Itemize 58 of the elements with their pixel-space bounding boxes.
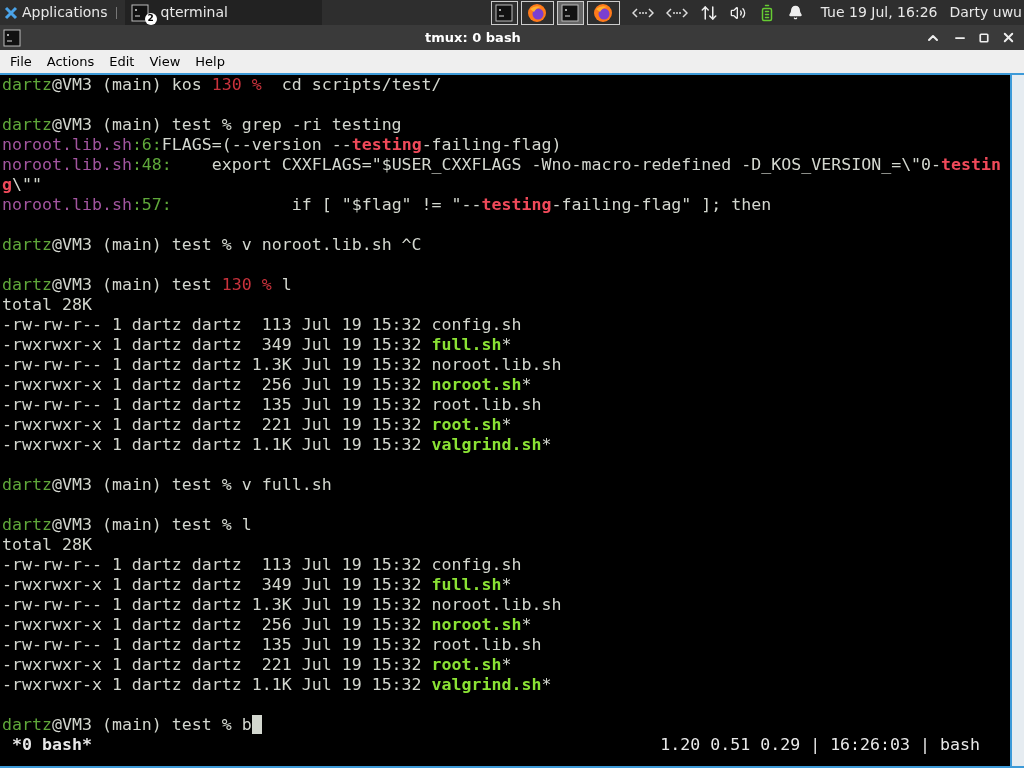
terminal-line: -rwxrwxr-x 1 dartz dartz 349 Jul 19 15:32 full.sh*: [2, 335, 512, 355]
terminal-line: noroot.lib.sh:57: if [ "$flag" != "--testing-failing-flag" ]; then: [2, 195, 772, 215]
terminal-line: -rwxrwxr-x 1 dartz dartz 349 Jul 19 15:32 full.sh*: [2, 575, 512, 595]
terminal-line: -rw-rw-r-- 1 dartz dartz 113 Jul 19 15:32 config.sh: [2, 555, 522, 575]
user-name[interactable]: Darty uwu: [949, 2, 1022, 23]
terminal-icon: [561, 3, 580, 22]
terminal-line: -rw-rw-r-- 1 dartz dartz 135 Jul 19 15:32 root.lib.sh: [2, 635, 542, 655]
transfer-icon[interactable]: [699, 3, 718, 22]
volume-icon[interactable]: [729, 4, 746, 21]
terminal-line: -rwxrwxr-x 1 dartz dartz 256 Jul 19 15:32 noroot.sh*: [2, 615, 532, 635]
terminal-line: noroot.lib.sh:48: export CXXFLAGS="$USER_CXXFLAGS -Wno-macro-redefined -D_KOS_VERSION_=\"0-testin: [2, 155, 1002, 175]
terminal-line: -rw-rw-r-- 1 dartz dartz 1.3K Jul 19 15:32 noroot.lib.sh: [2, 355, 562, 375]
terminal-line: -rwxrwxr-x 1 dartz dartz 221 Jul 19 15:32 root.sh*: [2, 655, 512, 675]
terminal-line: -rwxrwxr-x 1 dartz dartz 256 Jul 19 15:32 noroot.sh*: [2, 375, 532, 395]
tray-task-button[interactable]: [490, 0, 518, 25]
menu-item[interactable]: View: [149, 51, 181, 72]
menu-item[interactable]: Edit: [109, 51, 135, 72]
menu-item[interactable]: File: [10, 51, 32, 72]
terminal-line: -rwxrwxr-x 1 dartz dartz 1.1K Jul 19 15:32 valgrind.sh*: [2, 435, 552, 455]
terminal-line: -rw-rw-r-- 1 dartz dartz 1.3K Jul 19 15:32 noroot.lib.sh: [2, 595, 562, 615]
tray-task-button[interactable]: [586, 0, 620, 25]
browser-icon: [527, 2, 548, 23]
terminal-line: dartz@VM3 (main) test % v noroot.lib.sh ^C: [2, 235, 422, 255]
terminal-line: -rwxrwxr-x 1 dartz dartz 221 Jul 19 15:32 root.sh*: [2, 415, 512, 435]
browser-icon: [593, 2, 614, 23]
network-icon: [665, 6, 688, 19]
notification-icon[interactable]: [787, 5, 803, 20]
menu-item[interactable]: Actions: [46, 51, 95, 72]
clock[interactable]: Tue 19 Jul, 16:26: [820, 2, 938, 23]
applications-menu[interactable]: Applications: [0, 0, 112, 25]
terminal-line: dartz@VM3 (main) test % b: [2, 715, 252, 735]
menu-item[interactable]: Help: [195, 51, 225, 72]
terminal-line: total 28K: [2, 535, 92, 555]
terminal-icon: [495, 3, 514, 22]
app-menu-icon: [4, 5, 18, 20]
terminal-line: noroot.lib.sh:6:FLAGS=(--version --testing-failing-flag): [2, 135, 562, 155]
maximize-icon[interactable]: [979, 32, 989, 43]
window-icon: [3, 28, 21, 47]
window-title: tmux: 0 bash: [424, 28, 522, 47]
terminal-line: dartz@VM3 (main) test 130 % l: [2, 275, 292, 295]
terminal-icon: [130, 3, 149, 22]
terminal-line: -rwxrwxr-x 1 dartz dartz 1.1K Jul 19 15:32 valgrind.sh*: [2, 675, 552, 695]
terminal-line: total 28K: [2, 295, 92, 315]
network-icon: [631, 6, 654, 19]
terminal-line: -rw-rw-r-- 1 dartz dartz 135 Jul 19 15:32 root.lib.sh: [2, 395, 542, 415]
taskbar-button[interactable]: 2 qterminal: [124, 0, 322, 25]
terminal-line: dartz@VM3 (main) kos 130 % cd scripts/test/: [2, 75, 442, 95]
terminal-line: dartz@VM3 (main) test % v full.sh: [2, 475, 332, 495]
status-info: 1.20 0.51 0.29 | 16:26:03 | bash: [660, 735, 980, 755]
terminal-line: g\"": [2, 175, 42, 195]
terminal-line: dartz@VM3 (main) test % grep -ri testing: [2, 115, 402, 135]
scrollbar[interactable]: [1010, 75, 1024, 766]
terminal-line: dartz@VM3 (main) test % l: [2, 515, 252, 535]
window-list: *0 bash*: [2, 735, 92, 755]
tray-task-button[interactable]: [520, 0, 554, 25]
tray-task-button[interactable]: [556, 0, 584, 25]
terminal-line: -rw-rw-r-- 1 dartz dartz 113 Jul 19 15:32 config.sh: [2, 315, 522, 335]
close-icon[interactable]: [1001, 30, 1016, 45]
